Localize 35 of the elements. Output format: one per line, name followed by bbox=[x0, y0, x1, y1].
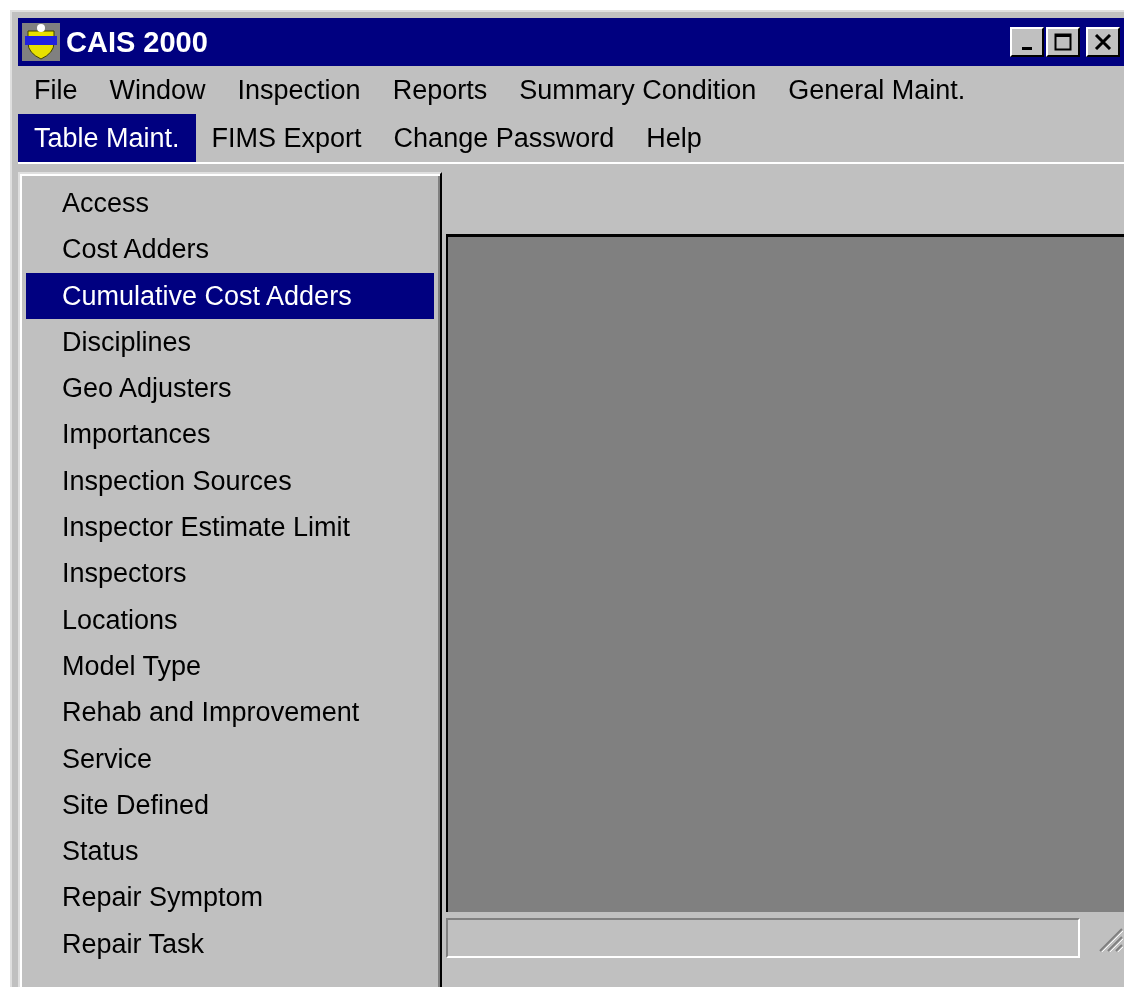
menu-item[interactable]: Inspector Estimate Limit bbox=[26, 504, 434, 551]
menu-item[interactable]: FIMS Export bbox=[195, 114, 378, 162]
menu-item[interactable]: Access bbox=[26, 180, 434, 227]
menu-item[interactable]: Rehab and Improvement bbox=[26, 689, 434, 736]
close-icon bbox=[1094, 34, 1112, 50]
menu-item[interactable]: Reports bbox=[376, 66, 504, 114]
menu-item[interactable]: Cost Adders bbox=[26, 226, 434, 273]
maximize-button[interactable] bbox=[1046, 27, 1080, 57]
menu-item[interactable]: Repair Task bbox=[26, 920, 434, 968]
menu-item[interactable]: Service bbox=[26, 735, 434, 782]
menu-item[interactable]: Change Password bbox=[377, 114, 631, 162]
window-title: CAIS 2000 bbox=[66, 25, 209, 59]
minimize-button[interactable] bbox=[1010, 27, 1044, 57]
menu-item[interactable]: Inspection Sources bbox=[26, 457, 434, 505]
menu-item[interactable]: Disciplines bbox=[26, 318, 434, 366]
minimize-icon bbox=[1022, 46, 1032, 50]
menu-item[interactable]: Window bbox=[93, 66, 222, 114]
menu-item[interactable]: Model Type bbox=[26, 642, 434, 690]
menu-item[interactable]: Geo Adjusters bbox=[26, 365, 434, 412]
menu-item[interactable]: File bbox=[18, 66, 94, 114]
menu-item[interactable]: Repair Symptom bbox=[26, 874, 434, 921]
menu-item[interactable]: Help bbox=[630, 114, 718, 162]
menu-item[interactable]: General Maint. bbox=[772, 66, 982, 114]
menu-item[interactable]: Site Defined bbox=[26, 781, 434, 829]
close-button[interactable] bbox=[1086, 27, 1120, 57]
menu-item[interactable]: Inspection bbox=[221, 66, 377, 114]
menu-item[interactable]: Status bbox=[26, 828, 434, 875]
menu-item[interactable]: Inspectors bbox=[26, 550, 434, 597]
maximize-icon bbox=[1054, 33, 1072, 51]
menu-item[interactable]: Table Maint. bbox=[18, 114, 196, 162]
shield-icon bbox=[22, 23, 60, 61]
menu-item[interactable]: Summary Condition bbox=[503, 66, 773, 114]
menu-item[interactable]: Locations bbox=[26, 596, 434, 643]
menu-item[interactable]: Cumulative Cost Adders bbox=[26, 272, 434, 319]
menu-item[interactable]: Importances bbox=[26, 411, 434, 458]
